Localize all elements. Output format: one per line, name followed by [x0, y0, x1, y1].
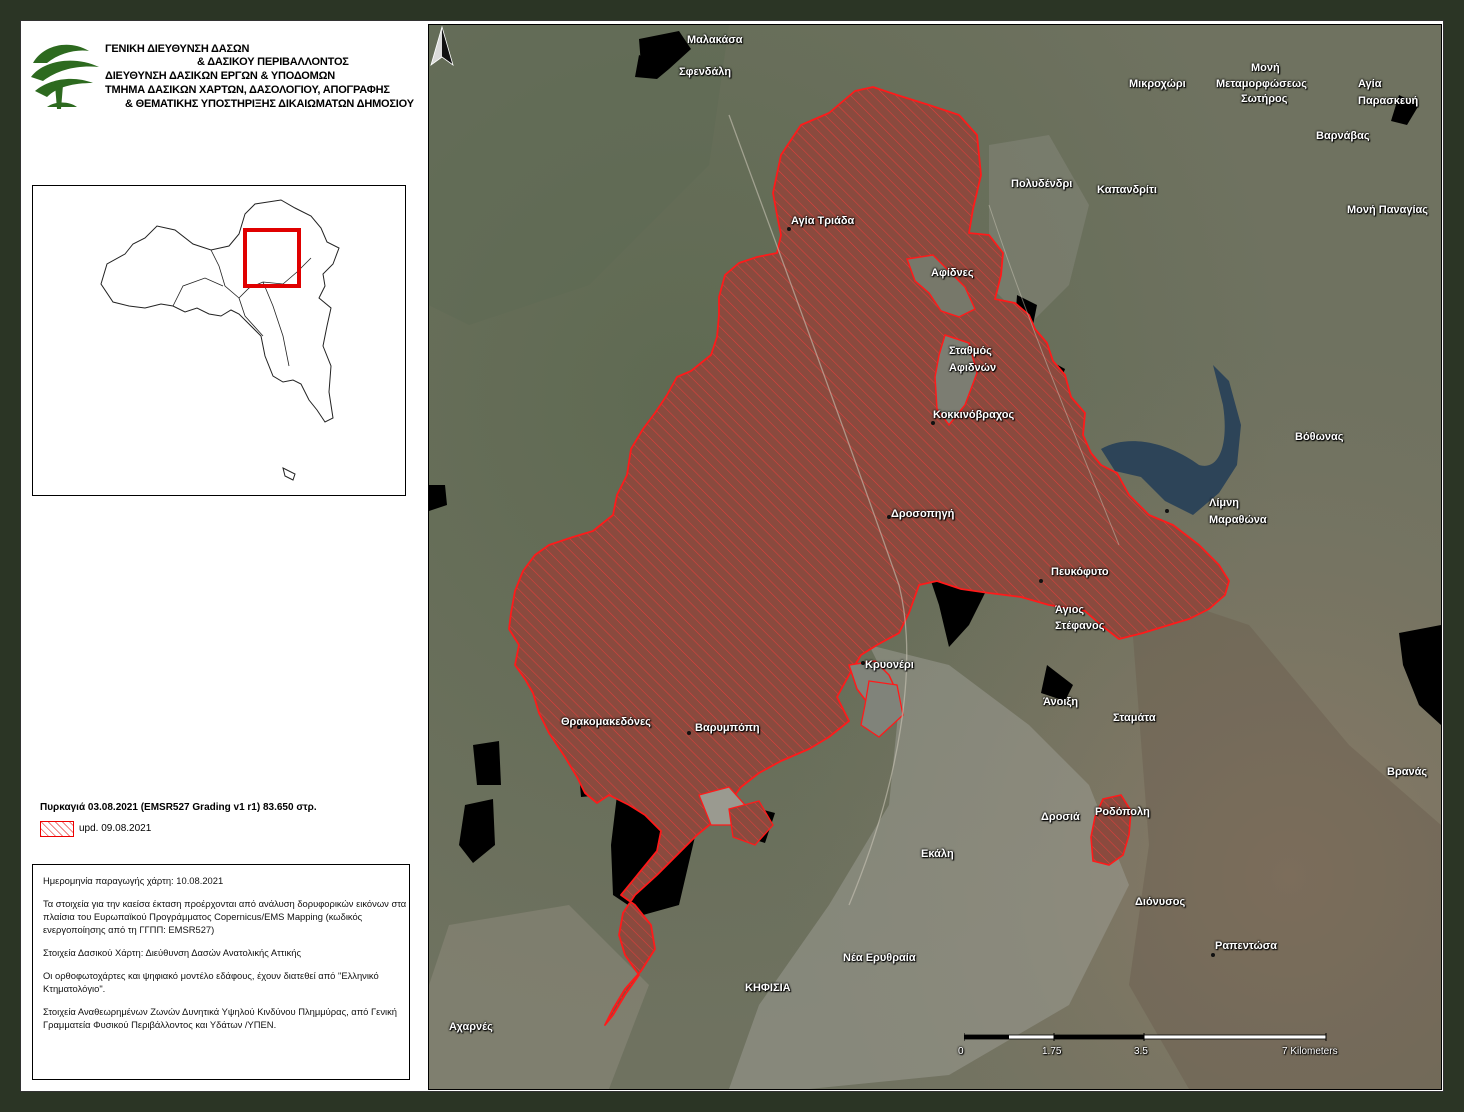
place-label-afidnes: Αφίδνες [931, 267, 974, 279]
place-dot [1165, 509, 1169, 513]
burned-area-swatch [40, 821, 74, 837]
legend-title: Πυρκαγιά 03.08.2021 (EMSR527 Grading v1 … [40, 802, 317, 813]
place-label-stefanos: Στέφανος [1055, 620, 1105, 632]
header-line-4: ΤΜΗΜΑ ΔΑΣΙΚΩΝ ΧΑΡΤΩΝ, ΔΑΣΟΛΟΓΙΟΥ, ΑΠΟΓΡΑ… [105, 84, 390, 96]
header-line-2: & ΔΑΣΙΚΟΥ ΠΕΡΙΒΑΛΛΟΝΤΟΣ [197, 56, 349, 68]
header-line-3: ΔΙΕΥΘΥΝΣΗ ΔΑΣΙΚΩΝ ΕΡΓΩΝ & ΥΠΟΔΟΜΩΝ [105, 70, 335, 82]
main-map: Μαλακάσα Σφενδάλη Μικροχώρι Μονή Μεταμορ… [428, 24, 1442, 1090]
place-label-acharnes: Αχαρνές [449, 1021, 493, 1033]
map-sheet: ΓΕΝΙΚΗ ΔΙΕΥΘΥΝΣΗ ΔΑΣΩΝ & ΔΑΣΙΚΟΥ ΠΕΡΙΒΑΛ… [20, 20, 1444, 1092]
place-label-polydendri: Πολυδένδρι [1011, 178, 1073, 190]
attica-outline [100, 199, 340, 481]
place-label-moni: Μονή [1251, 62, 1280, 74]
place-label-rodopoli: Ροδόπολη [1095, 806, 1150, 818]
scale-tick-0: 0 [958, 1046, 964, 1057]
place-label-metamorfoseos: Μεταμορφώσεως [1216, 78, 1307, 90]
place-label-varympompi: Βαρυμπόπη [695, 722, 760, 734]
scale-bar: 0 1.75 3.5 7 Kilometers [958, 1033, 1338, 1073]
production-date: Ημερομηνία παραγωγής χάρτη: 10.08.2021 [43, 875, 224, 886]
place-label-thrakomakedones: Θρακομακεδόνες [561, 716, 651, 728]
place-label-dionysos: Διόνυσος [1135, 896, 1186, 908]
satellite-basemap [429, 25, 1441, 1089]
place-label-bothonas: Βόθωνας [1295, 431, 1344, 443]
burned-area-source: Τα στοιχεία για την καείσα έκταση προέρχ… [43, 898, 407, 935]
place-label-ekali: Εκάλη [921, 848, 954, 860]
place-label-malakasa: Μαλακάσα [687, 34, 743, 46]
place-label-kifisia: ΚΗΦΙΣΙΑ [745, 982, 791, 994]
place-label-moni-panagias: Μονή Παναγίας [1347, 204, 1429, 216]
place-label-drosia: Δροσιά [1041, 811, 1080, 823]
place-label-anoixi: Άνοιξη [1043, 696, 1079, 708]
place-dot [1039, 579, 1043, 583]
place-label-agios: Άγιος [1055, 604, 1085, 616]
header-line-5: & ΘΕΜΑΤΙΚΗΣ ΥΠΟΣΤΗΡΙΞΗΣ ΔΙΚΑΙΩΜΑΤΩΝ ΔΗΜΟ… [125, 98, 414, 110]
place-label-marathona: Μαραθώνα [1209, 514, 1267, 526]
place-label-kryoneri: Κρυονέρι [865, 659, 914, 671]
place-label-kapandriti: Καπανδρίτι [1097, 184, 1157, 196]
place-label-vranas: Βρανάς [1387, 766, 1428, 778]
place-label-afidnon: Αφιδνών [949, 362, 997, 374]
place-label-sotiros: Σωτήρος [1241, 93, 1288, 105]
place-dot [1211, 953, 1215, 957]
place-label-limni: Λίμνη [1209, 497, 1239, 509]
place-label-nea-erythraia: Νέα Ερυθραία [843, 952, 916, 964]
scale-tick-1: 1.75 [1042, 1046, 1062, 1057]
place-label-agia-triada: Αγία Τριάδα [791, 215, 855, 227]
legend-item-label: upd. 09.08.2021 [79, 823, 152, 834]
place-label-paraskevi: Παρασκευή [1358, 95, 1419, 107]
forest-map-source: Στοιχεία Δασικού Χάρτη: Διεύθυνση Δασών … [43, 947, 302, 958]
place-label-pefkofyto: Πευκόφυτο [1051, 566, 1109, 578]
place-label-mikrochori: Μικροχώρι [1129, 78, 1186, 90]
place-label-rapentosa: Ραπεντώσα [1215, 940, 1278, 952]
orthophoto-source: Οι ορθοφωτοχάρτες και ψηφιακό μοντέλο εδ… [43, 970, 379, 994]
north-arrow-icon [430, 25, 454, 67]
place-label-stathmos: Σταθμός [949, 345, 992, 357]
scale-tick-3: 7 Kilometers [1282, 1046, 1338, 1057]
flood-zone-source: Στοιχεία Αναθεωρημένων Ζωνών Δυνητικά Υψ… [43, 1006, 398, 1030]
forest-service-logo-icon [31, 44, 99, 109]
place-label-stamata: Σταμάτα [1113, 712, 1156, 724]
agency-header: ΓΕΝΙΚΗ ΔΙΕΥΘΥΝΣΗ ΔΑΣΩΝ & ΔΑΣΙΚΟΥ ΠΕΡΙΒΑΛ… [29, 37, 424, 133]
map-notes-box: Ημερομηνία παραγωγής χάρτη: 10.08.2021 Τ… [32, 864, 410, 1080]
locator-inset-map [32, 185, 406, 496]
place-label-varnavas: Βαρνάβας [1316, 130, 1370, 142]
place-label-sfendali: Σφενδάλη [679, 66, 732, 78]
place-label-agia: Αγία [1358, 78, 1382, 90]
scale-tick-2: 3.5 [1134, 1046, 1148, 1057]
header-line-1: ΓΕΝΙΚΗ ΔΙΕΥΘΥΝΣΗ ΔΑΣΩΝ [105, 43, 250, 55]
place-label-kokkinovrachos: Κοκκινόβραχος [933, 409, 1015, 421]
place-label-drosopigi: Δροσοπηγή [891, 508, 955, 520]
place-dot [687, 731, 691, 735]
